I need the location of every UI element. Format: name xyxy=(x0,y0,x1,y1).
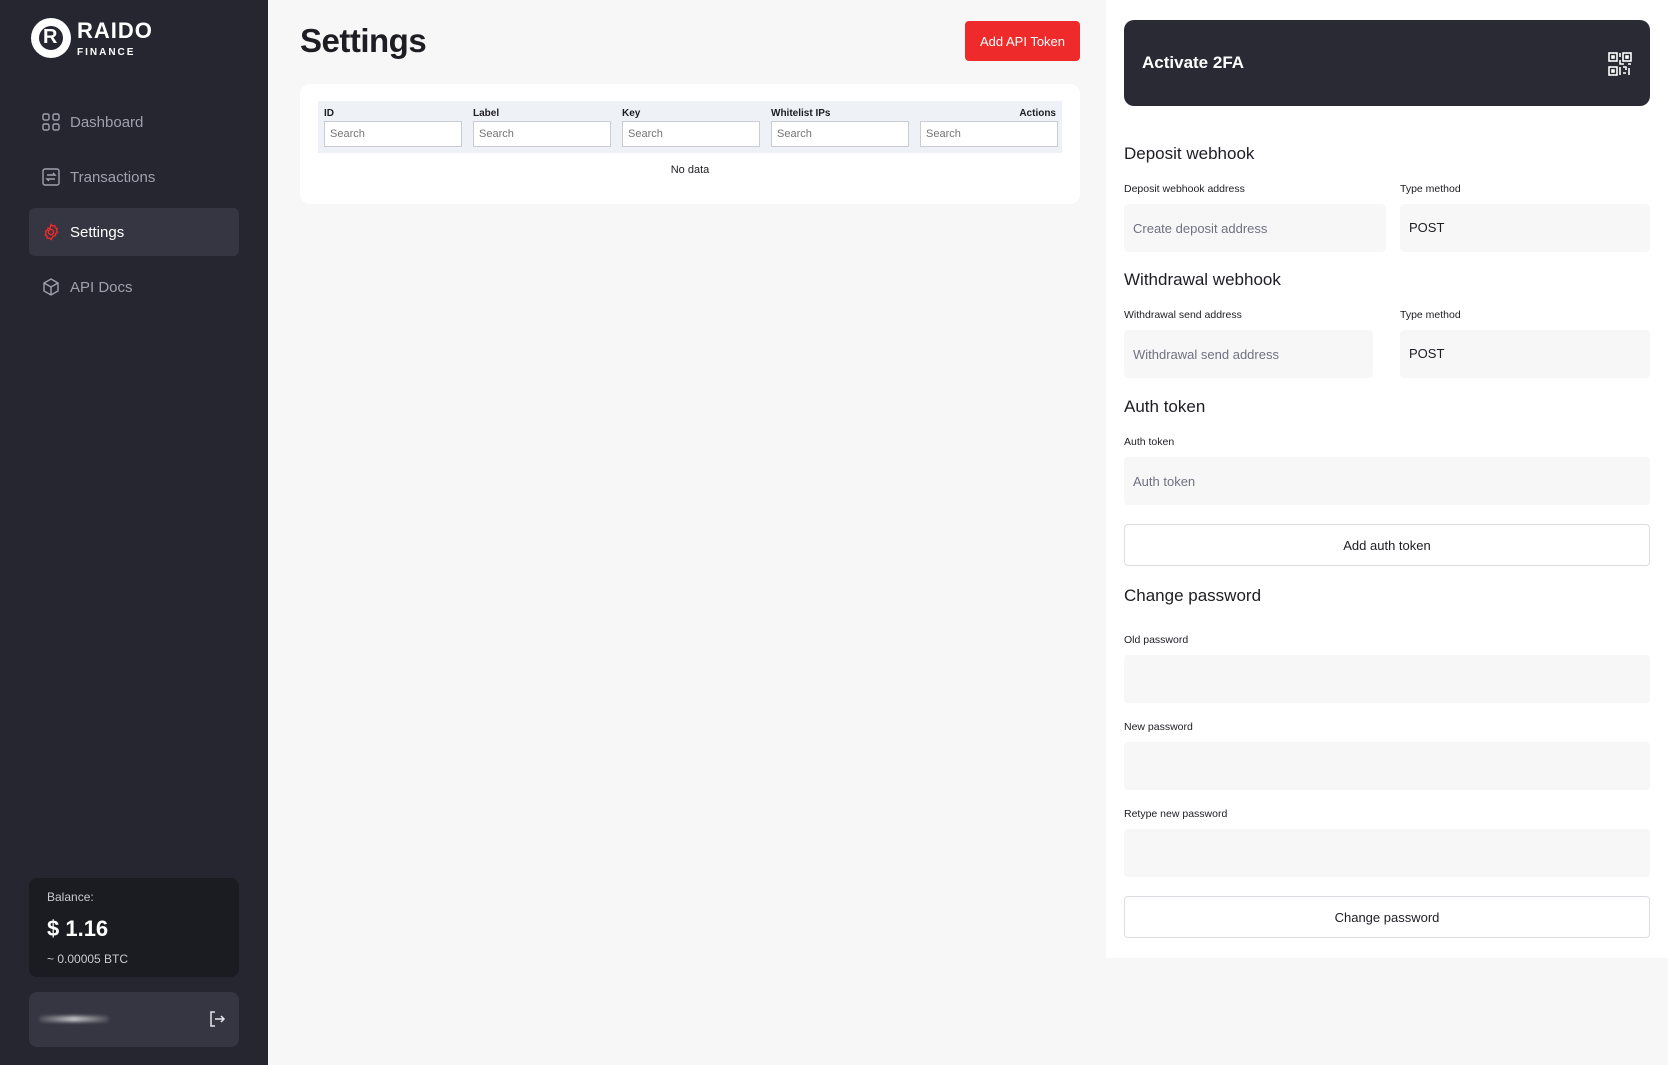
brand-sub: FINANCE xyxy=(77,47,136,58)
qr-code-icon xyxy=(1608,52,1632,76)
auth-token-title: Auth token xyxy=(1124,397,1206,416)
sidebar: R RAIDO FINANCE Dashboard Transactions S… xyxy=(0,0,268,1065)
logo-mark-icon: R xyxy=(31,18,71,58)
page-title: Settings xyxy=(300,22,427,59)
transactions-icon xyxy=(42,168,60,186)
sidebar-item-dashboard[interactable]: Dashboard xyxy=(29,98,239,146)
sidebar-item-transactions[interactable]: Transactions xyxy=(29,153,239,201)
withdrawal-address-field[interactable] xyxy=(1124,330,1373,378)
brand-name: RAIDO xyxy=(77,18,153,43)
sidebar-item-label: Transactions xyxy=(70,168,156,186)
withdrawal-webhook-title: Withdrawal webhook xyxy=(1124,270,1281,289)
change-password-button[interactable]: Change password xyxy=(1124,896,1650,938)
logout-icon[interactable] xyxy=(207,1009,227,1029)
api-tokens-table: ID Label Key Whitelist IPs Actions No da… xyxy=(300,84,1080,204)
auth-token-field[interactable] xyxy=(1124,457,1650,505)
logo[interactable]: R RAIDO FINANCE xyxy=(31,18,153,58)
search-input-label[interactable] xyxy=(473,121,611,147)
new-password-field[interactable] xyxy=(1124,742,1650,790)
gear-icon xyxy=(42,223,60,241)
new-password-label: New password xyxy=(1124,721,1193,733)
withdrawal-method-label: Type method xyxy=(1400,309,1461,321)
activate-2fa-title: Activate 2FA xyxy=(1142,53,1245,72)
table-header: ID Label Key Whitelist IPs Actions xyxy=(318,101,1062,153)
auth-token-label: Auth token xyxy=(1124,436,1175,448)
activate-2fa-card[interactable]: Activate 2FA xyxy=(1124,20,1650,106)
deposit-webhook-title: Deposit webhook xyxy=(1124,144,1255,163)
redacted-username xyxy=(39,1016,109,1022)
cube-icon xyxy=(42,278,60,296)
old-password-field[interactable] xyxy=(1124,655,1650,703)
balance-value: $ 1.16 xyxy=(47,916,109,941)
search-input-key[interactable] xyxy=(622,121,760,147)
sidebar-nav: Dashboard Transactions Settings API Docs xyxy=(29,98,239,318)
search-input-whitelist-ips[interactable] xyxy=(771,121,909,147)
withdrawal-address-label: Withdrawal send address xyxy=(1124,309,1242,321)
search-input-actions[interactable] xyxy=(920,121,1058,147)
deposit-address-label: Deposit webhook address xyxy=(1124,183,1245,195)
deposit-method-select[interactable]: POST xyxy=(1400,204,1650,252)
add-api-token-button[interactable]: Add API Token xyxy=(965,21,1080,61)
balance-btc: ~ 0.00005 BTC xyxy=(47,952,129,966)
dashboard-grid-icon xyxy=(42,113,60,131)
column-header: ID xyxy=(324,108,334,119)
column-header: Key xyxy=(622,108,641,119)
column-header: Whitelist IPs xyxy=(771,108,831,119)
retype-password-field[interactable] xyxy=(1124,829,1650,877)
balance-card: Balance: $ 1.16 ~ 0.00005 BTC xyxy=(29,878,239,977)
sidebar-item-label: API Docs xyxy=(70,278,133,296)
sidebar-item-label: Dashboard xyxy=(70,113,144,131)
balance-label: Balance: xyxy=(47,890,94,904)
column-header: Label xyxy=(473,108,500,119)
deposit-method-label: Type method xyxy=(1400,183,1461,195)
empty-state: No data xyxy=(670,164,710,176)
add-auth-token-button[interactable]: Add auth token xyxy=(1124,524,1650,566)
sidebar-item-settings[interactable]: Settings xyxy=(29,208,239,256)
retype-password-label: Retype new password xyxy=(1124,808,1228,820)
search-input-id[interactable] xyxy=(324,121,462,147)
user-bar xyxy=(29,992,239,1047)
withdrawal-method-select[interactable]: POST xyxy=(1400,330,1650,378)
old-password-label: Old password xyxy=(1124,634,1189,646)
settings-panel: Activate 2FA Deposit webhook Deposit web… xyxy=(1106,0,1668,958)
deposit-address-field[interactable] xyxy=(1124,204,1386,252)
sidebar-item-api-docs[interactable]: API Docs xyxy=(29,263,239,311)
column-header-actions: Actions xyxy=(1019,108,1056,119)
sidebar-item-label: Settings xyxy=(70,223,125,241)
change-password-title: Change password xyxy=(1124,586,1262,605)
